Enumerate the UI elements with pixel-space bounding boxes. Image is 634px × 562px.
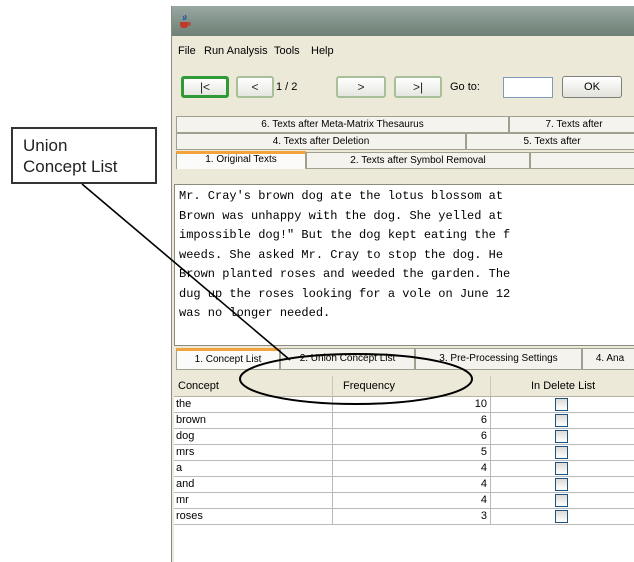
callout-pointer-line	[81, 183, 291, 361]
union-concept-highlight-ellipse	[239, 353, 473, 405]
annotation-overlay	[81, 183, 473, 405]
